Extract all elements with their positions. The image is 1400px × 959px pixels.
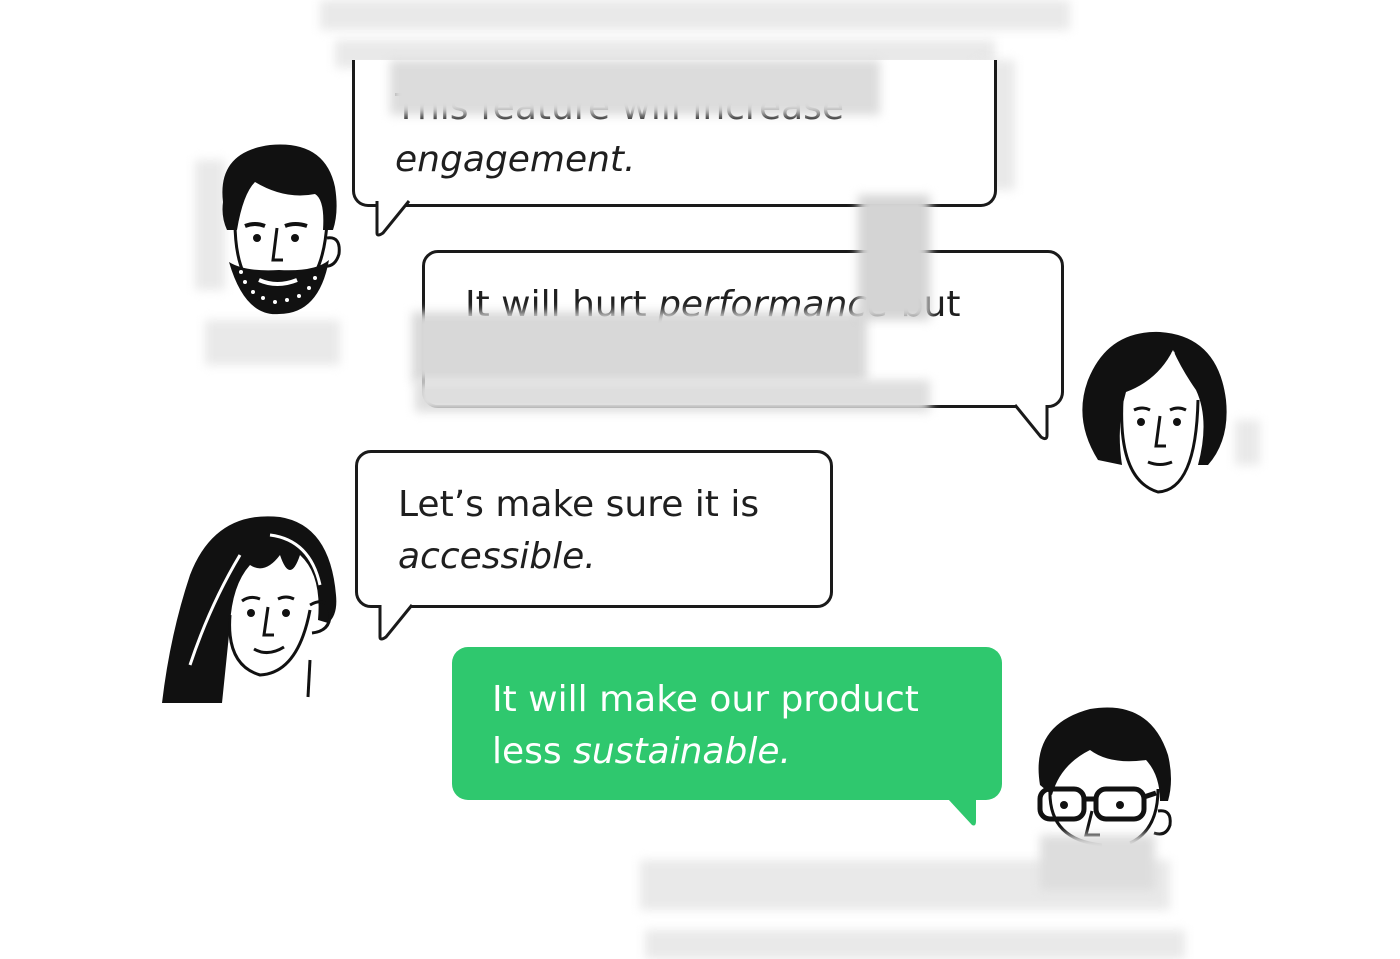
bubble-text-line-1: Let’s make sure it is: [398, 484, 760, 525]
bubble-text-line-2: accessible.: [398, 536, 596, 577]
blurred-area-avatar-bottom: [1040, 835, 1155, 890]
blurred-area-top: [320, 0, 1070, 30]
bubble-text-line-1: It will make our product: [492, 679, 919, 720]
long-hair-woman-icon: [162, 516, 337, 703]
chat-bubble-sustainable: It will make our product less sustainabl…: [452, 647, 1002, 826]
short-hair-woman-icon: [1082, 331, 1227, 494]
bubble-text-line-2: engagement.: [395, 139, 636, 180]
blurred-area-under-avatar: [205, 320, 340, 365]
chat-bubble-accessible: Let’s make sure it is accessible.: [355, 450, 833, 641]
bubble-tail: [948, 799, 976, 826]
bubble-text-line-2: less sustainable.: [492, 731, 791, 772]
blurred-area-bubble2-mid: [858, 195, 930, 320]
blurred-area-bubble1-top: [390, 60, 880, 115]
glasses-man-icon: [1037, 707, 1172, 847]
bubble-tail: [378, 604, 414, 641]
bubble-tail: [375, 200, 411, 237]
blurred-area-bubble2: [412, 312, 867, 382]
bubble-tail: [1013, 404, 1049, 441]
blurred-area-bubble2-lower: [415, 380, 930, 412]
bearded-man-icon: [222, 144, 341, 315]
blurred-area-bottom-2: [645, 930, 1185, 959]
blurred-area-right-edge: [1235, 420, 1260, 465]
